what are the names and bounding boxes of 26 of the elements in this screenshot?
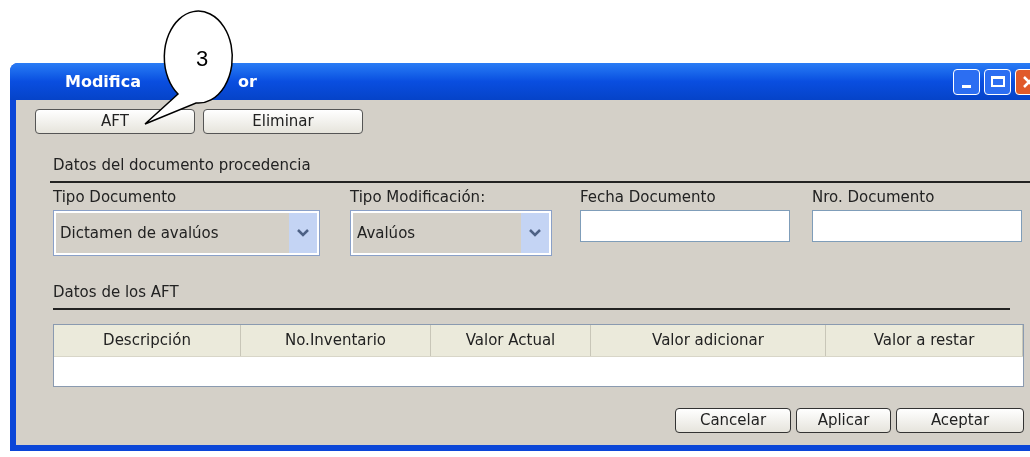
column-header[interactable]: Valor Actual [431, 324, 591, 356]
column-header[interactable]: Valor a restar [826, 324, 1023, 356]
window-title: Modifica [65, 70, 142, 93]
minimize-button[interactable] [953, 68, 980, 95]
column-header[interactable]: Descripción [54, 324, 241, 356]
field-label: Tipo Documento [53, 186, 178, 208]
action-button[interactable]: AFT [35, 109, 195, 134]
dropdown[interactable]: Dictamen de avalúos [53, 210, 320, 256]
chevron-down-icon [297, 229, 309, 237]
field-label: Tipo Modificación: [350, 186, 487, 208]
chevron-down-icon [529, 229, 541, 237]
section-title: Datos del documento procedencia [53, 155, 312, 176]
action-button[interactable]: Aplicar [796, 407, 891, 433]
maximize-button[interactable] [984, 68, 1011, 95]
section-title: Datos de los AFT [53, 282, 180, 303]
dropdown[interactable]: Avalúos [350, 210, 552, 256]
field-label: Nro. Documento [812, 186, 936, 208]
action-button[interactable]: Eliminar [203, 109, 363, 134]
column-header[interactable]: No.Inventario [241, 324, 431, 356]
column-header[interactable]: Valor adicionar [591, 324, 826, 356]
input-field[interactable] [580, 210, 790, 242]
input-field[interactable] [812, 210, 1022, 242]
window-title: or [238, 70, 257, 93]
field-label: Fecha Documento [580, 186, 717, 208]
action-button[interactable]: Aceptar [896, 407, 1024, 433]
action-button[interactable]: Cancelar [675, 407, 791, 433]
